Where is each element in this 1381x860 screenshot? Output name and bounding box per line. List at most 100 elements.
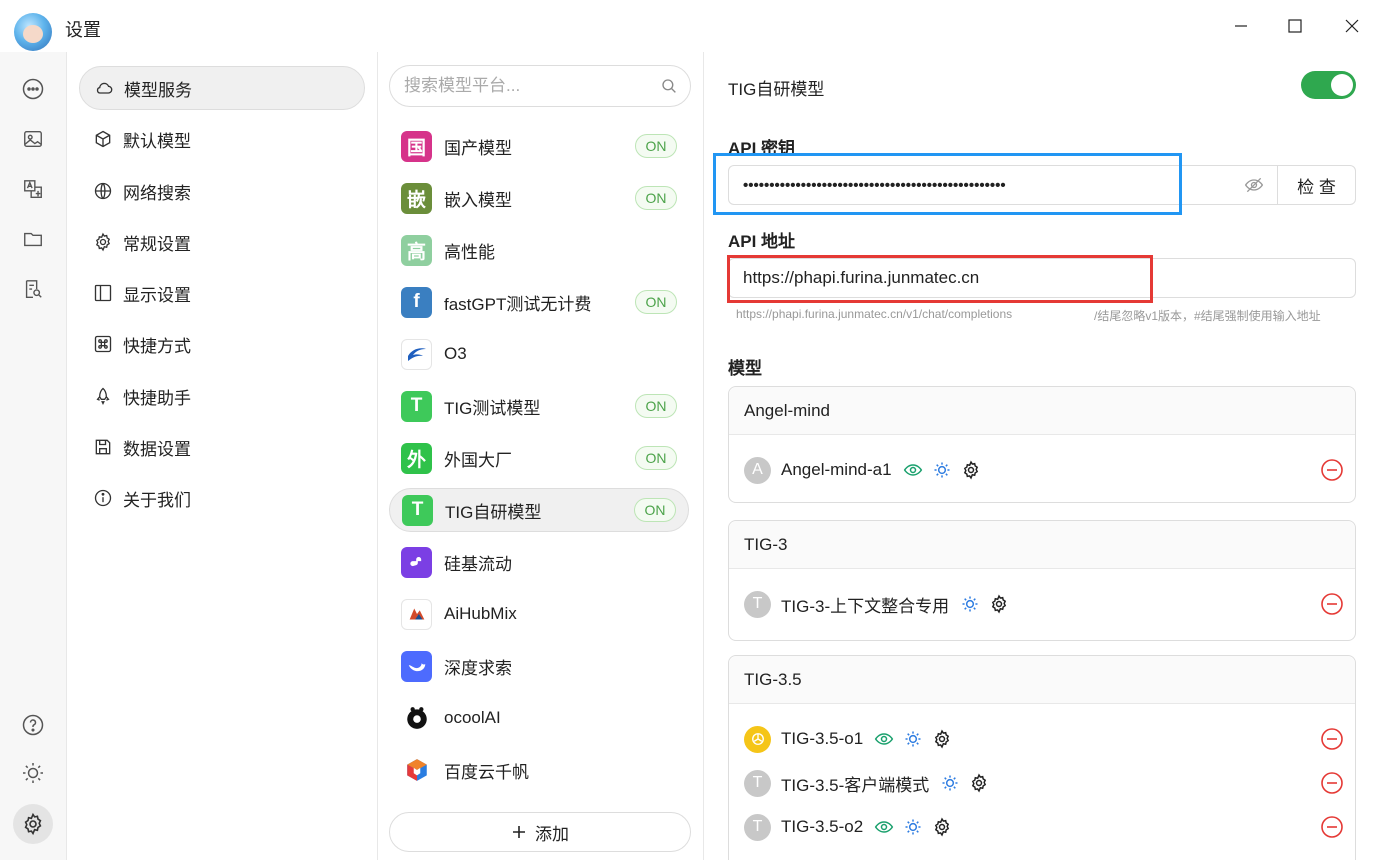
model-avatar: T xyxy=(744,769,771,797)
provider-name: fastGPT测试无计费 xyxy=(444,294,592,314)
provider-enable-toggle[interactable] xyxy=(1301,71,1356,99)
model-settings-gear-icon[interactable] xyxy=(960,459,982,481)
settings-gear-icon[interactable] xyxy=(13,804,53,844)
provider-search-input[interactable] xyxy=(404,76,660,96)
nav-item-default-model[interactable]: 默认模型 xyxy=(79,117,365,161)
openai-logo-icon xyxy=(744,725,771,753)
provider-item-siliconflow[interactable]: 硅基流动 xyxy=(389,540,689,584)
on-badge: ON xyxy=(635,134,677,158)
provider-item-ocoolai[interactable]: ocoolAI xyxy=(389,696,689,740)
minimize-icon xyxy=(1235,25,1247,27)
api-url-hint: /结尾忽略v1版本，#结尾强制使用输入地址 xyxy=(1094,309,1321,323)
reasoning-bulb-icon xyxy=(959,593,981,615)
theme-sun-icon[interactable] xyxy=(17,757,49,789)
provider-item-foreign[interactable]: 外 外国大厂 ON xyxy=(389,436,689,480)
check-button[interactable]: 检 查 xyxy=(1277,166,1355,204)
gear-icon xyxy=(93,232,113,252)
provider-item-tig-self[interactable]: T TIG自研模型 ON xyxy=(389,488,689,532)
model-name: TIG-3.5-o1 xyxy=(781,729,864,748)
provider-item-guochan[interactable]: 国 国产模型 ON xyxy=(389,124,689,168)
model-settings-gear-icon[interactable] xyxy=(968,772,990,794)
provider-title: TIG自研模型 xyxy=(728,80,825,99)
provider-name: 硅基流动 xyxy=(444,554,512,574)
provider-item-high-performance[interactable]: 高 高性能 xyxy=(389,228,689,272)
provider-item-baidu-qianfan[interactable]: 百度云千帆 xyxy=(389,748,689,792)
remove-model-icon[interactable] xyxy=(1320,815,1344,839)
reasoning-bulb-icon xyxy=(902,728,924,750)
provider-name: TIG测试模型 xyxy=(444,398,541,418)
model-avatar: A xyxy=(744,456,771,484)
chat-icon[interactable] xyxy=(17,73,49,105)
folder-icon[interactable] xyxy=(17,223,49,255)
maximize-button[interactable] xyxy=(1280,12,1310,40)
provider-logo: 高 xyxy=(401,234,432,266)
provider-name: O3 xyxy=(444,344,467,363)
provider-logo: 国 xyxy=(401,130,432,162)
vision-eye-icon xyxy=(902,459,924,481)
nav-item-shortcuts[interactable]: 快捷方式 xyxy=(79,322,365,366)
nav-item-display-settings[interactable]: 显示设置 xyxy=(79,271,365,315)
nav-item-data-settings[interactable]: 数据设置 xyxy=(79,425,365,469)
model-avatar: T xyxy=(744,590,771,618)
on-badge: ON xyxy=(635,394,677,418)
add-provider-button[interactable]: 添加 xyxy=(389,812,691,852)
nav-item-web-search[interactable]: 网络搜索 xyxy=(79,169,365,213)
provider-item-tig-test[interactable]: T TIG测试模型 ON xyxy=(389,384,689,428)
o3-logo-icon xyxy=(401,338,432,370)
nav-item-quick-assistant[interactable]: 快捷助手 xyxy=(79,374,365,418)
model-group-tig-3-5: TIG-3.5 TIG-3.5-o1 T TIG-3.5-客户端模式 T TIG… xyxy=(728,655,1356,860)
file-search-icon[interactable] xyxy=(17,273,49,305)
provider-list: 国 国产模型 ON 嵌 嵌入模型 ON 高 高性能 f fastGPT测试无计费… xyxy=(379,52,704,860)
provider-logo: T xyxy=(402,494,433,526)
globe-icon xyxy=(93,181,113,201)
ocoolai-logo-icon xyxy=(401,702,432,734)
model-group-title[interactable]: TIG-3 xyxy=(729,521,1355,569)
provider-logo: 嵌 xyxy=(401,182,432,214)
rocket-icon xyxy=(93,386,113,406)
provider-name: 深度求索 xyxy=(444,658,512,678)
nav-item-label: 常规设置 xyxy=(123,234,191,254)
help-icon[interactable] xyxy=(17,709,49,741)
remove-model-icon[interactable] xyxy=(1320,771,1344,795)
image-icon[interactable] xyxy=(17,123,49,155)
model-group-tig-3: TIG-3 T TIG-3-上下文整合专用 xyxy=(728,520,1356,641)
provider-search[interactable] xyxy=(389,65,691,107)
eye-off-icon[interactable] xyxy=(1231,166,1277,204)
provider-name: 高性能 xyxy=(444,242,495,262)
provider-item-fastgpt[interactable]: f fastGPT测试无计费 ON xyxy=(389,280,689,324)
cloud-icon xyxy=(94,78,114,98)
nav-item-about[interactable]: 关于我们 xyxy=(79,476,365,520)
model-settings-gear-icon[interactable] xyxy=(931,816,953,838)
provider-item-aihubmix[interactable]: AiHubMix xyxy=(389,592,689,636)
translate-icon[interactable] xyxy=(17,173,49,205)
model-settings-gear-icon[interactable] xyxy=(931,728,953,750)
model-row: T TIG-3-上下文整合专用 xyxy=(744,589,1344,619)
remove-model-icon[interactable] xyxy=(1320,727,1344,751)
nav-item-model-service[interactable]: 模型服务 xyxy=(79,66,365,110)
minimize-button[interactable] xyxy=(1226,12,1256,40)
reasoning-bulb-icon xyxy=(902,816,924,838)
model-row: T TIG-3.5-客户端模式 xyxy=(744,768,1344,798)
provider-item-embedding[interactable]: 嵌 嵌入模型 ON xyxy=(389,176,689,220)
model-row: A Angel-mind-a1 xyxy=(744,455,1344,485)
remove-model-icon[interactable] xyxy=(1320,592,1344,616)
provider-detail: TIG自研模型 API 密钥 •••••••••••••••••••••••••… xyxy=(705,52,1381,860)
model-settings-gear-icon[interactable] xyxy=(988,593,1010,615)
reasoning-bulb-icon xyxy=(931,459,953,481)
api-url-preview: https://phapi.furina.junmatec.cn/v1/chat… xyxy=(736,307,1013,321)
nav-item-general-settings[interactable]: 常规设置 xyxy=(79,220,365,264)
model-group-title[interactable]: TIG-3.5 xyxy=(729,656,1355,704)
app-logo xyxy=(14,13,52,51)
remove-model-icon[interactable] xyxy=(1320,458,1344,482)
provider-item-o3[interactable]: O3 xyxy=(389,332,689,376)
close-button[interactable] xyxy=(1337,12,1367,40)
provider-name: 百度云千帆 xyxy=(444,762,529,782)
model-name: TIG-3.5-客户端模式 xyxy=(781,775,930,795)
provider-logo: T xyxy=(401,390,432,422)
reasoning-bulb-icon xyxy=(939,772,961,794)
nav-item-label: 模型服务 xyxy=(124,80,192,100)
model-group-title[interactable]: Angel-mind xyxy=(729,387,1355,435)
window-title: 设置 xyxy=(65,20,101,40)
provider-item-deepseek[interactable]: 深度求索 xyxy=(389,644,689,688)
model-name: TIG-3-上下文整合专用 xyxy=(781,596,950,616)
